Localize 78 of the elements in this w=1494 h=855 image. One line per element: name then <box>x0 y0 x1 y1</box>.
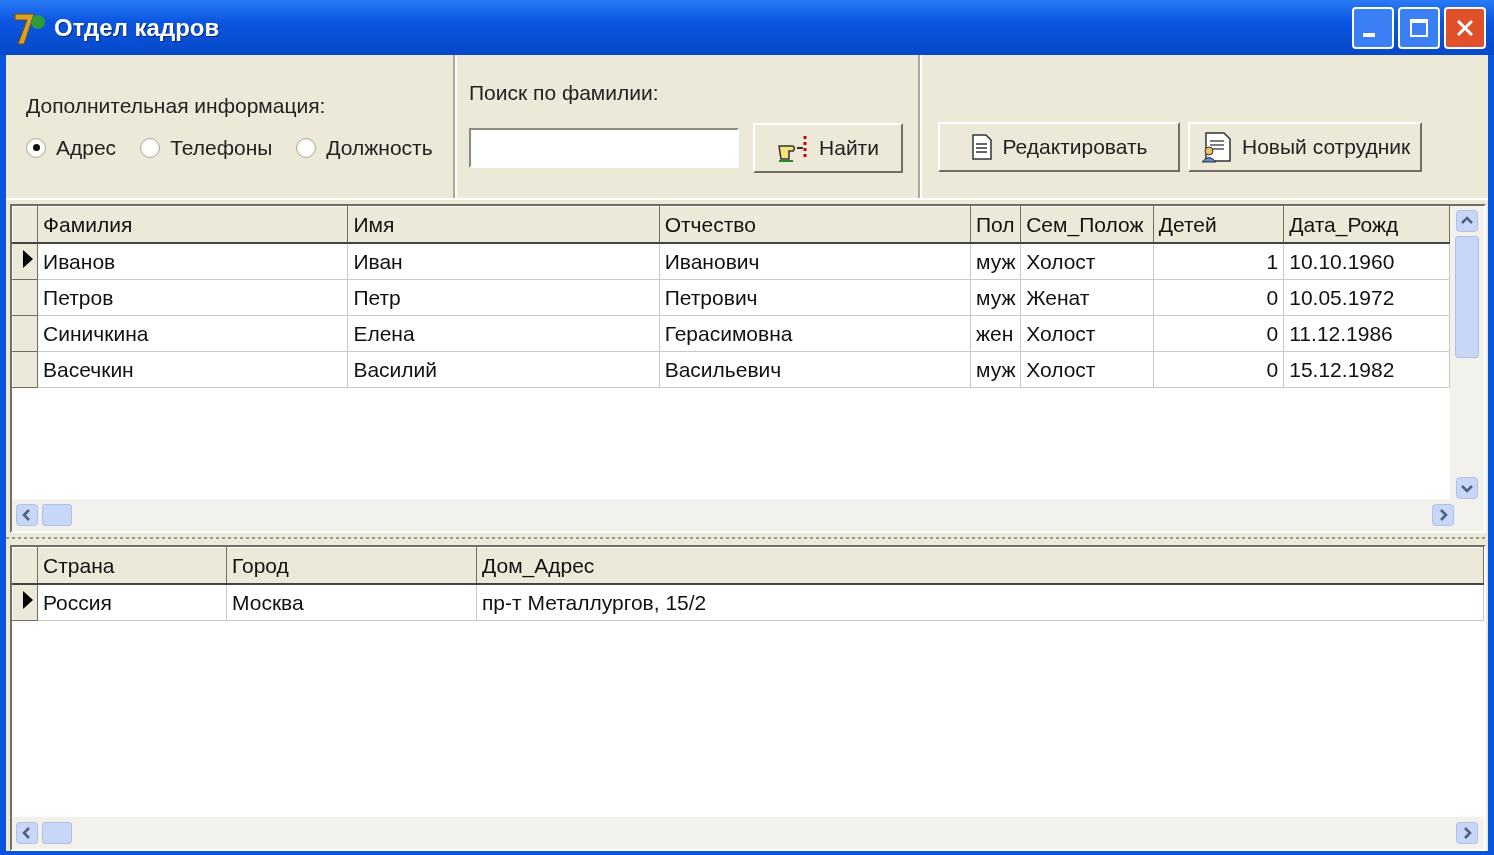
table-cell: 0 <box>1153 279 1284 316</box>
scroll-left-button[interactable] <box>16 822 38 844</box>
horizontal-scrollbar[interactable] <box>12 499 1484 531</box>
current-row-arrow-icon <box>22 590 34 610</box>
table-cell: 10.10.1960 <box>1283 243 1450 280</box>
table-cell: Василий <box>347 351 660 388</box>
row-selector[interactable] <box>12 584 38 621</box>
scroll-left-button[interactable] <box>16 504 38 526</box>
document-icon <box>970 132 995 161</box>
maximize-button[interactable] <box>1398 6 1440 49</box>
table-cell: Иван <box>347 243 660 280</box>
find-button[interactable]: Найти <box>753 122 903 173</box>
table-cell: 1 <box>1153 243 1284 280</box>
column-header[interactable]: Имя <box>347 206 660 243</box>
radio-label[interactable]: Должность <box>326 135 433 160</box>
table-cell: муж <box>970 279 1021 316</box>
current-row-arrow-icon <box>22 249 35 269</box>
table-cell: Васильевич <box>659 351 971 388</box>
table-cell: 11.12.1986 <box>1283 315 1450 352</box>
column-header[interactable]: Страна <box>37 547 227 584</box>
minimize-icon <box>1363 32 1375 37</box>
column-header[interactable]: Город <box>226 547 477 584</box>
table-cell: Россия <box>37 584 227 621</box>
minimize-button[interactable] <box>1352 6 1394 49</box>
scroll-right-button[interactable] <box>1432 504 1454 526</box>
table-cell: Холост <box>1020 351 1154 388</box>
table-cell: Женат <box>1020 279 1154 316</box>
maximize-icon <box>1409 17 1429 38</box>
table-cell: Иванович <box>659 243 971 280</box>
column-header[interactable]: Сем_Полож <box>1020 206 1154 243</box>
radio-button[interactable] <box>296 137 317 158</box>
table-cell: 0 <box>1153 351 1284 388</box>
table-cell: Петров <box>37 279 348 316</box>
table-cell: 10.05.1972 <box>1283 279 1450 316</box>
column-header[interactable]: Детей <box>1153 206 1284 243</box>
table-cell: жен <box>970 315 1021 352</box>
search-field[interactable] <box>469 127 739 168</box>
radio-label[interactable]: Адрес <box>56 135 117 160</box>
document-person-icon <box>1200 130 1234 163</box>
column-header[interactable]: Отчество <box>659 206 971 243</box>
table-cell: Иванов <box>37 243 348 280</box>
radio-button[interactable] <box>26 137 46 158</box>
new-employee-button[interactable]: Новый сотрудник <box>1188 121 1423 172</box>
horizontal-scrollbar[interactable] <box>12 817 1484 849</box>
radio-label[interactable]: Телефоны <box>170 135 273 160</box>
table-cell: Холост <box>1020 315 1154 352</box>
column-header[interactable]: Дата_Рожд <box>1283 206 1450 243</box>
radio-button[interactable] <box>140 137 161 158</box>
table-cell: 15.12.1982 <box>1283 351 1450 388</box>
edit-button[interactable]: Редактировать <box>938 121 1180 172</box>
window-title: Отдел кадров <box>54 13 220 42</box>
table-cell: Москва <box>226 584 477 621</box>
row-selector[interactable] <box>12 243 38 280</box>
table-cell: Петр <box>347 279 660 316</box>
table-cell: 0 <box>1153 315 1284 352</box>
table-cell: Герасимовна <box>659 315 971 352</box>
column-header[interactable]: Дом_Адрес <box>476 547 1484 584</box>
scroll-right-button[interactable] <box>1456 822 1478 844</box>
column-header[interactable]: Фамилия <box>37 206 348 243</box>
vertical-scrollbar[interactable] <box>1450 206 1484 499</box>
table-cell: муж <box>970 243 1021 280</box>
scrollbar-thumb[interactable] <box>42 504 72 526</box>
close-button[interactable] <box>1444 6 1486 49</box>
column-header[interactable]: Пол <box>970 206 1021 243</box>
table-cell: Петрович <box>659 279 971 316</box>
table-cell: Васечкин <box>37 351 348 388</box>
scroll-down-button[interactable] <box>1456 477 1478 499</box>
section-label: Дополнительная информация: <box>26 93 327 118</box>
table-cell: муж <box>970 351 1021 388</box>
table-cell: пр-т Металлургов, 15/2 <box>476 584 1484 621</box>
field-label: Поиск по фамилии: <box>469 80 660 105</box>
table-cell: Холост <box>1020 243 1154 280</box>
close-icon <box>1455 17 1475 38</box>
table-cell: Елена <box>347 315 660 352</box>
table-cell: Синичкина <box>37 315 348 352</box>
scrollbar-thumb[interactable] <box>42 822 72 844</box>
scrollbar-thumb[interactable] <box>1455 236 1479 358</box>
scroll-up-button[interactable] <box>1456 210 1478 232</box>
